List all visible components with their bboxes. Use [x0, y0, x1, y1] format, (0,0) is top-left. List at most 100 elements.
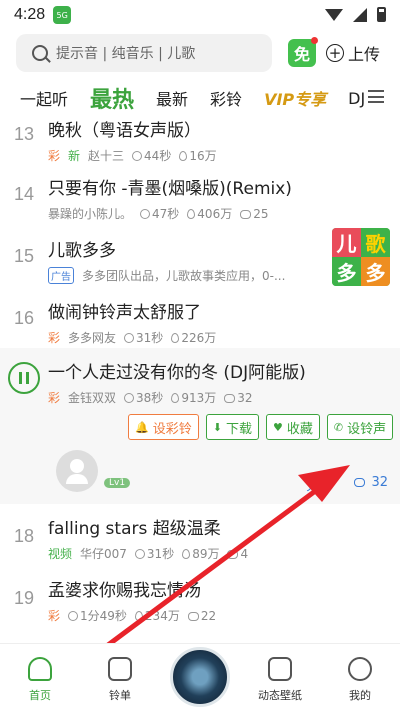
- ad-description: 多多团队出品，儿歌故事类应用，0-...: [82, 269, 286, 283]
- search-input[interactable]: 提示音 | 纯音乐 | 儿歌: [16, 34, 272, 72]
- rank-number: 19: [13, 588, 35, 608]
- phone-icon: ✆: [333, 420, 344, 434]
- song-title: 做闹钟铃声太舒服了: [48, 303, 201, 323]
- comment-count: 4: [240, 546, 249, 561]
- phone-video-icon: [268, 657, 292, 681]
- nav-label: 首页: [29, 689, 51, 702]
- rank-number: 14: [13, 184, 35, 204]
- play-count: 226万: [181, 331, 217, 345]
- download-button[interactable]: ⬇ 下载: [205, 414, 259, 440]
- tab-hot[interactable]: 最热: [90, 82, 134, 114]
- song-body: 晚秋（粤语女声版） 彩 新 赵十三 44秒 16万: [48, 120, 400, 163]
- upload-button[interactable]: + 上传: [326, 41, 380, 65]
- duration: 1分49秒: [80, 609, 127, 623]
- upload-label: 上传: [348, 45, 381, 64]
- rank-number: [0, 348, 48, 408]
- set-ringtone-button[interactable]: ✆ 设铃声: [326, 414, 394, 440]
- nav-wallpaper[interactable]: 动态壁纸: [250, 657, 310, 703]
- fire-icon: [171, 393, 180, 403]
- clock-icon: [68, 611, 79, 621]
- wifi-icon: [325, 8, 343, 21]
- clock-icon: [132, 151, 143, 161]
- list-item[interactable]: 14 只要有你 -青墨(烟嗓版)(Remix) 暴躁的小陈儿。 47秒 406万…: [0, 162, 400, 224]
- set-ringback-button[interactable]: 🔔 设彩铃: [128, 414, 199, 440]
- expanded-song-panel: 一个人走过没有你的冬 (DJ阿能版) 彩 金钰双双 38秒 913万 32 🔔 设…: [0, 348, 400, 504]
- fire-icon: [171, 333, 180, 343]
- action-label: 收藏: [286, 421, 313, 437]
- tab-new[interactable]: 最新: [156, 86, 188, 110]
- speaker-icon: [108, 657, 132, 681]
- fire-icon: [134, 611, 143, 621]
- search-placeholder: 提示音 | 纯音乐 | 儿歌: [56, 46, 196, 62]
- clock-icon: [134, 549, 145, 559]
- fire-icon: [187, 209, 196, 219]
- list-item[interactable]: 16 做闹钟铃声太舒服了 彩 多多网友 31秒 226万: [0, 286, 400, 348]
- song-body: 做闹钟铃声太舒服了 彩 多多网友 31秒 226万: [48, 286, 400, 348]
- comment-icon: [354, 478, 366, 487]
- song-body: 只要有你 -青墨(烟嗓版)(Remix) 暴躁的小陈儿。 47秒 406万 25: [48, 162, 400, 224]
- nav-label: 动态壁纸: [258, 689, 302, 702]
- uploader-avatar[interactable]: [56, 450, 98, 492]
- rank-number: 16: [13, 308, 35, 328]
- fire-icon: [179, 151, 188, 161]
- home-bell-icon: [28, 657, 52, 681]
- action-label: 设彩铃: [152, 421, 192, 437]
- duration: 38秒: [136, 391, 164, 405]
- song-body: 孟婆求你赐我忘情汤 彩 1分49秒 234万 22: [48, 566, 400, 628]
- clock-icon: [124, 333, 135, 343]
- list-item[interactable]: 13 晚秋（粤语女声版） 彩 新 赵十三 44秒 16万: [0, 120, 400, 163]
- song-title: 孟婆求你赐我忘情汤: [48, 581, 201, 601]
- play-count: 234万: [144, 609, 180, 623]
- nav-playlist[interactable]: 铃单: [90, 657, 150, 703]
- rank-number: 15: [13, 246, 35, 266]
- artist: 华仔007: [80, 547, 127, 561]
- menu-icon[interactable]: [368, 90, 384, 103]
- now-playing-disc[interactable]: [170, 647, 230, 707]
- ad-image[interactable]: 儿 歌 多 多: [332, 228, 390, 286]
- artist: 金钰双双: [68, 391, 117, 405]
- comment-count: 25: [253, 206, 269, 221]
- signal-icon: [353, 7, 367, 22]
- nav-home[interactable]: 首页: [10, 657, 70, 703]
- artist: 暴躁的小陈儿。: [48, 207, 133, 221]
- category-tabs: 一起听 最热 最新 彩铃 VIP专享 DJ: [0, 76, 400, 120]
- song-list[interactable]: 13 晚秋（粤语女声版） 彩 新 赵十三 44秒 16万 14 只要有你 -青墨…: [0, 120, 400, 643]
- bottom-nav: 首页 铃单 动态壁纸 我的: [0, 643, 400, 711]
- comment-icon: [227, 549, 239, 559]
- tab-vip[interactable]: VIP专享: [264, 86, 326, 110]
- tab-ringback[interactable]: 彩铃: [210, 86, 242, 110]
- song-body: falling stars 超级温柔 视频 华仔007 31秒 89万 4: [48, 504, 400, 566]
- clock-icon: [140, 209, 151, 219]
- action-label: 下载: [225, 421, 252, 437]
- battery-icon: [377, 7, 386, 22]
- free-badge-button[interactable]: 免: [288, 37, 318, 67]
- status-time: 4:28: [14, 6, 46, 23]
- nav-now-playing[interactable]: [170, 647, 230, 707]
- song-meta: 暴躁的小陈儿。 47秒 406万 25: [48, 205, 400, 222]
- system-icons: [325, 7, 386, 22]
- comments-button[interactable]: 32: [354, 475, 388, 490]
- song-meta: 视频 华仔007 31秒 89万 4: [48, 545, 400, 562]
- comment-count: 32: [237, 390, 253, 405]
- duration: 47秒: [152, 207, 180, 221]
- tag-cai: 彩: [48, 609, 61, 623]
- list-item-ad[interactable]: 15 儿歌多多 广告 多多团队出品，儿歌故事类应用，0-... 儿 歌 多 多: [0, 224, 400, 286]
- bell-icon: 🔔: [135, 420, 149, 434]
- tab-dj[interactable]: DJ: [348, 89, 365, 108]
- ad-image-char: 儿: [332, 228, 361, 257]
- comment-icon: [224, 393, 236, 403]
- song-actions: 🔔 设彩铃 ⬇ 下载 ♥ 收藏 ✆ 设铃声: [128, 414, 394, 440]
- song-meta: 彩 1分49秒 234万 22: [48, 607, 400, 624]
- nav-label: 铃单: [109, 689, 131, 702]
- play-count: 89万: [192, 547, 220, 561]
- rank-number: 13: [13, 124, 35, 144]
- favorite-button[interactable]: ♥ 收藏: [265, 414, 320, 440]
- list-item-playing[interactable]: 一个人走过没有你的冬 (DJ阿能版) 彩 金钰双双 38秒 913万 32: [0, 348, 400, 408]
- share-button[interactable]: 分享: [306, 475, 332, 494]
- comment-count: 32: [371, 475, 388, 490]
- nav-profile[interactable]: 我的: [330, 657, 390, 703]
- list-item[interactable]: 19 孟婆求你赐我忘情汤 彩 1分49秒 234万 22: [0, 566, 400, 628]
- list-item[interactable]: 18 falling stars 超级温柔 视频 华仔007 31秒 89万 4: [0, 504, 400, 566]
- share-label: 分享: [305, 479, 332, 494]
- tab-together[interactable]: 一起听: [20, 86, 68, 110]
